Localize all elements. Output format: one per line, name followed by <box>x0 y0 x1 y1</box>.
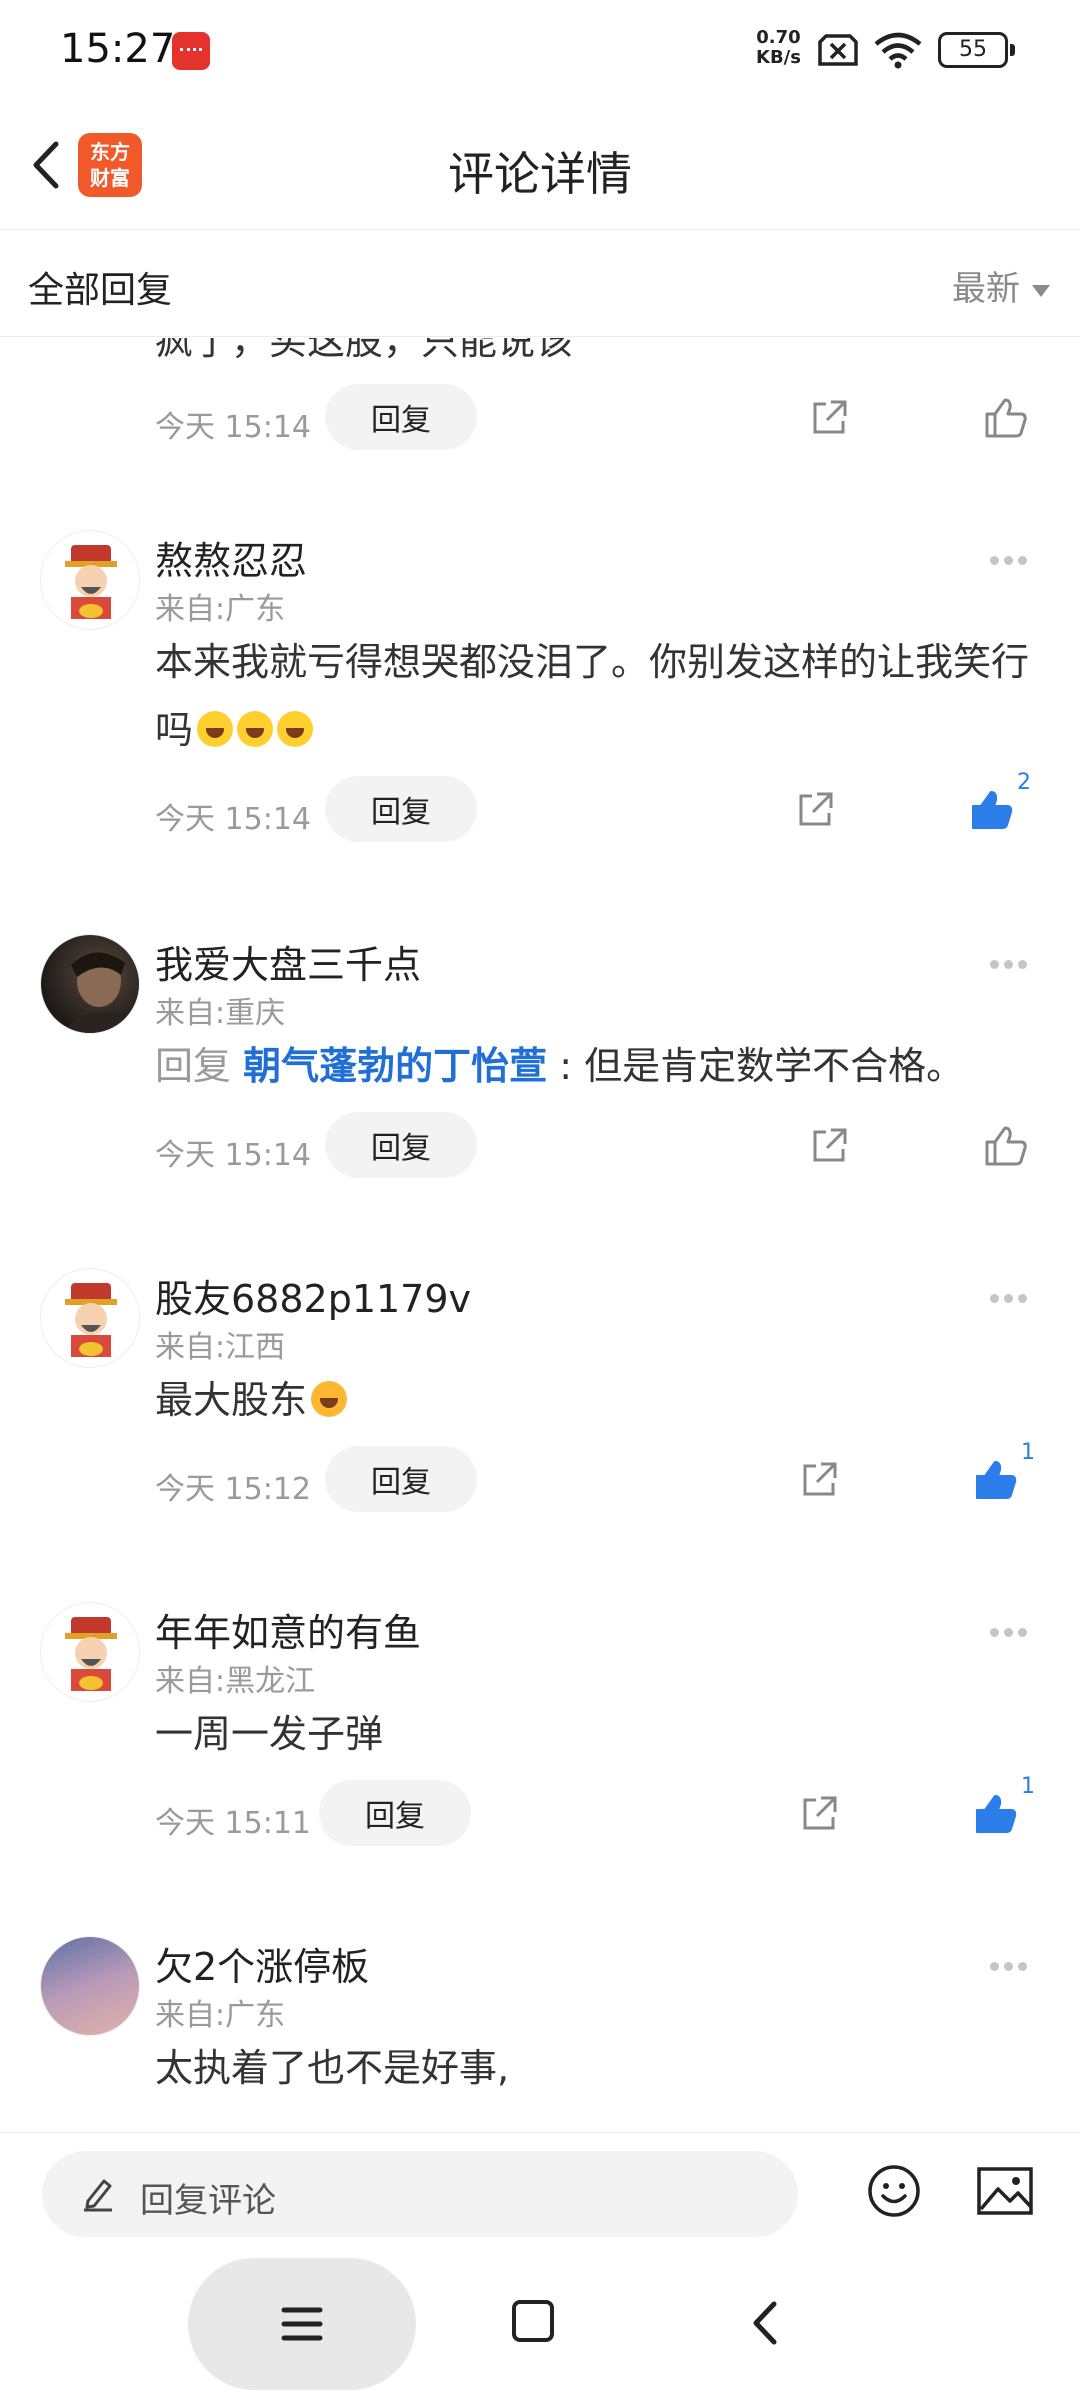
sort-bar: 全部回复 最新 <box>0 231 1080 337</box>
comment-actions: 今天 15:14 回复 <box>155 384 1055 454</box>
crying-emoji-icon <box>311 1381 348 1417</box>
sort-dropdown[interactable]: 最新 <box>952 261 1050 310</box>
nav-back-icon[interactable] <box>746 2298 786 2348</box>
comment-time: 今天 15:11 <box>155 1806 311 1841</box>
share-icon[interactable] <box>809 398 849 438</box>
comment-actions: 今天 15:14 回复 <box>155 1112 1055 1182</box>
location: 来自:黑龙江 <box>155 1664 316 1699</box>
home-icon[interactable] <box>512 2300 554 2342</box>
profile-photo-icon <box>62 952 139 1033</box>
laughing-tears-emoji-icon <box>237 711 274 747</box>
share-icon[interactable] <box>809 1126 849 1166</box>
comment-actions: 今天 15:11 回复 1 <box>155 1774 1055 1850</box>
thumbs-up-icon[interactable] <box>983 396 1029 440</box>
location: 来自:广东 <box>155 592 286 627</box>
mention-link[interactable]: 朝气蓬勃的丁怡萱 <box>243 1044 547 1088</box>
status-time: 15:27 <box>60 26 176 72</box>
reply-button[interactable]: 回复 <box>319 1780 471 1846</box>
comment-body: 太执着了也不是好事, <box>155 2034 1045 2102</box>
comment-text: 疯了，买这股，只能说该 <box>155 338 574 363</box>
like-count: 2 <box>1017 770 1031 795</box>
fortune-god-avatar-icon <box>65 545 117 619</box>
thumbs-up-icon[interactable] <box>973 1458 1019 1502</box>
comment-body: 一周一发子弹 <box>155 1700 1045 1768</box>
app-notification-icon <box>172 32 210 70</box>
username[interactable]: 股友6882p1179v <box>155 1268 471 1323</box>
net-speed-unit: KB/s <box>756 47 801 68</box>
comment-time: 今天 15:14 <box>155 1138 311 1173</box>
more-icon[interactable] <box>990 954 1036 969</box>
menu-button[interactable] <box>188 2258 416 2390</box>
thumbs-up-icon[interactable] <box>969 788 1015 832</box>
comment-text: 最大股东 <box>155 1378 308 1422</box>
page-title: 评论详情 <box>448 147 632 201</box>
more-icon[interactable] <box>990 1956 1036 1971</box>
laughing-tears-emoji-icon <box>277 711 314 747</box>
avatar[interactable] <box>40 934 140 1034</box>
location: 来自:广东 <box>155 1998 286 2033</box>
username[interactable]: 我爱大盘三千点 <box>155 934 421 989</box>
username[interactable]: 熬熬忍忍 <box>155 530 307 585</box>
reply-input[interactable]: 回复评论 <box>42 2151 798 2237</box>
avatar[interactable] <box>40 530 140 630</box>
wifi-icon <box>874 32 922 69</box>
image-icon[interactable] <box>976 2165 1034 2217</box>
avatar[interactable] <box>40 1936 140 2036</box>
like-count: 1 <box>1021 1774 1035 1799</box>
username[interactable]: 欠2个涨停板 <box>155 1936 369 1991</box>
like-count: 1 <box>1021 1440 1035 1465</box>
system-nav-bar <box>0 2248 1080 2400</box>
share-icon[interactable] <box>795 790 835 830</box>
avatar[interactable] <box>40 1602 140 1702</box>
comment-time: 今天 15:14 <box>155 410 311 445</box>
location: 来自:江西 <box>155 1330 286 1365</box>
header: 东方 财富 评论详情 <box>0 100 1080 230</box>
fortune-god-avatar-icon <box>65 1617 117 1691</box>
comment-body: 本来我就亏得想哭都没泪了。你别发这样的让我笑行吗 <box>155 628 1045 764</box>
avatar[interactable] <box>40 1268 140 1368</box>
location: 来自:重庆 <box>155 996 286 1031</box>
share-icon[interactable] <box>799 1460 839 1500</box>
comment-body: 最大股东 <box>155 1366 1045 1434</box>
menu-icon <box>281 2307 323 2341</box>
comment-body: 回复 朝气蓬勃的丁怡萱 : 但是肯定数学不合格。 <box>155 1032 1045 1100</box>
comment-text: 一周一发子弹 <box>155 1712 384 1756</box>
more-icon[interactable] <box>990 550 1036 565</box>
reply-input-bar: 回复评论 <box>0 2132 1080 2248</box>
comment-text: : 但是肯定数学不合格。 <box>547 1044 965 1088</box>
fortune-god-avatar-icon <box>65 1283 117 1357</box>
username[interactable]: 年年如意的有鱼 <box>155 1602 421 1657</box>
net-speed-value: 0.70 <box>756 27 801 48</box>
laughing-tears-emoji-icon <box>197 711 234 747</box>
comment-time: 今天 15:14 <box>155 802 311 837</box>
comment-actions: 今天 15:12 回复 1 <box>155 1440 1055 1516</box>
more-icon[interactable] <box>990 1288 1036 1303</box>
smiley-icon[interactable] <box>866 2163 922 2219</box>
no-sim-icon <box>818 34 858 66</box>
comment-time: 今天 15:12 <box>155 1472 311 1507</box>
status-bar: 15:27 0.70 KB/s 55 <box>0 0 1080 100</box>
pencil-icon <box>84 2179 112 2212</box>
thumbs-up-icon[interactable] <box>973 1792 1019 1836</box>
reply-button[interactable]: 回复 <box>325 1446 477 1512</box>
more-icon[interactable] <box>990 1622 1036 1637</box>
comment-actions: 今天 15:14 回复 2 <box>155 770 1055 846</box>
reply-prefix: 回复 <box>155 1044 232 1088</box>
share-icon[interactable] <box>799 1794 839 1834</box>
reply-button[interactable]: 回复 <box>325 1112 477 1178</box>
comment-list[interactable]: 疯了，买这股，只能说该 今天 15:14 回复 熬熬忍忍 来自:广东 本来我就亏… <box>0 338 1080 2132</box>
reply-button[interactable]: 回复 <box>325 776 477 842</box>
battery-indicator: 55 <box>938 32 1015 68</box>
network-speed: 0.70 KB/s <box>756 28 801 68</box>
caret-down-icon <box>1032 284 1050 297</box>
all-replies-label: 全部回复 <box>28 270 173 311</box>
sort-selected-value: 最新 <box>952 269 1020 309</box>
thumbs-up-icon[interactable] <box>983 1124 1029 1168</box>
comment-text: 太执着了也不是好事, <box>155 2046 510 2090</box>
reply-input-placeholder: 回复评论 <box>140 2181 276 2221</box>
reply-button[interactable]: 回复 <box>325 384 477 450</box>
